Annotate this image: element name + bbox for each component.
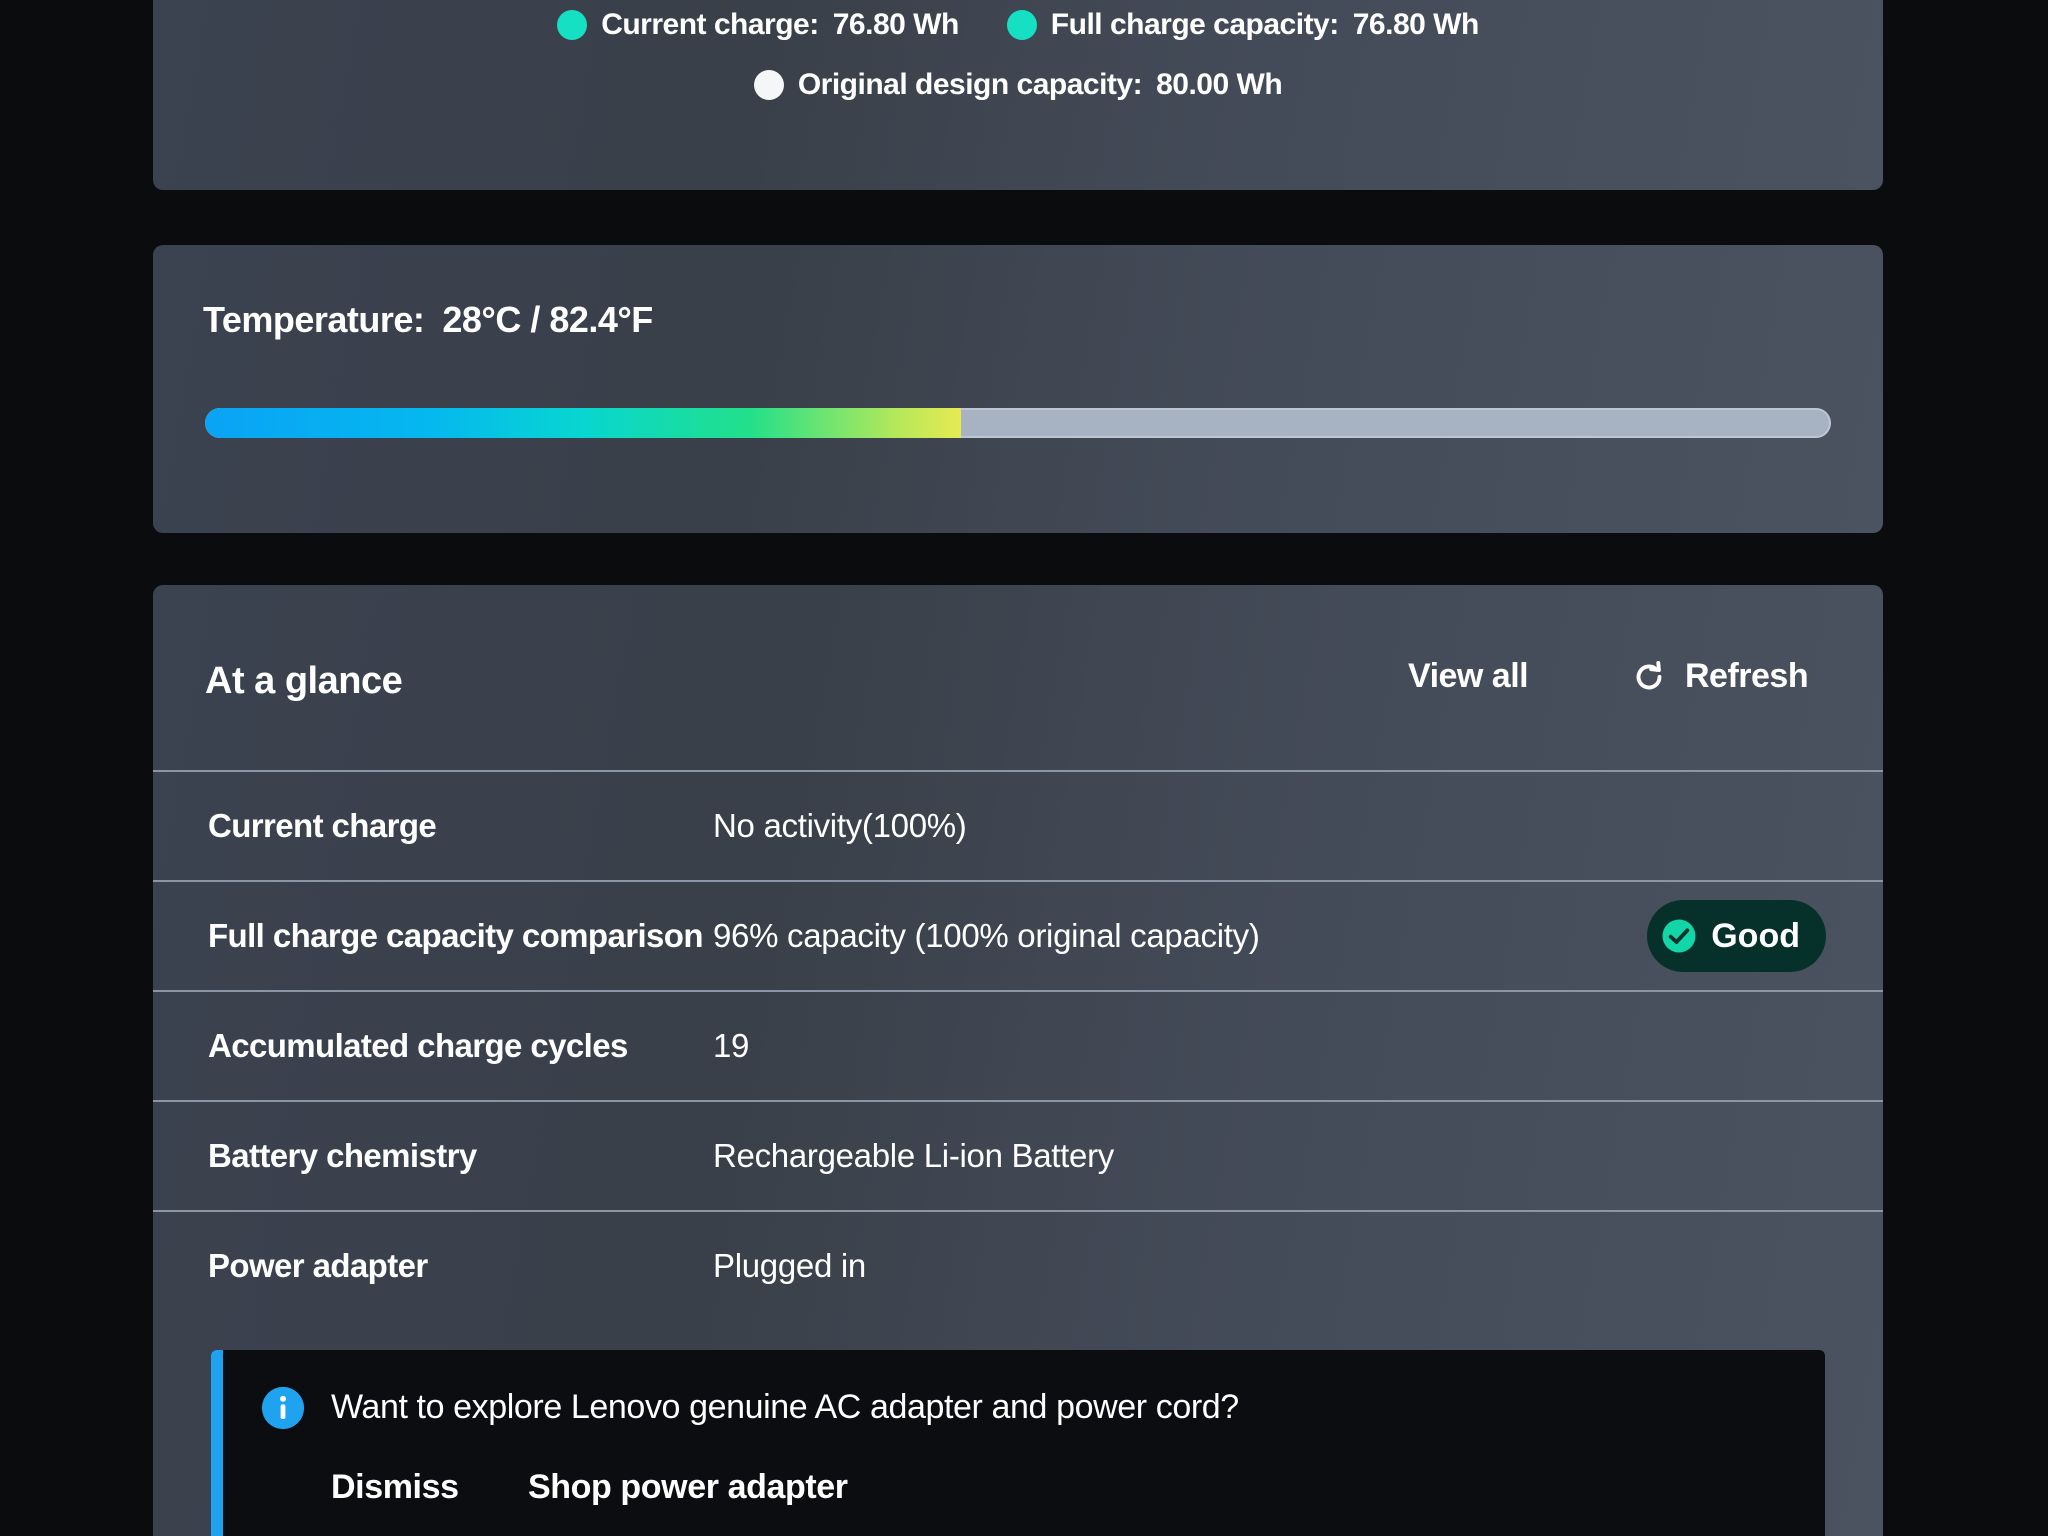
legend-full-charge-capacity: Full charge capacity: 76.80 Wh	[1006, 8, 1480, 42]
row-value: Plugged in	[713, 1247, 866, 1284]
current-charge-dot-icon	[557, 10, 588, 40]
row-label: Full charge capacity comparison	[208, 917, 704, 954]
at-a-glance-card: At a glance View all Refresh Current cha…	[153, 585, 1883, 1536]
row-label: Power adapter	[208, 1247, 428, 1284]
battery-details-page: Current charge: 76.80 Wh Full charge cap…	[0, 0, 2048, 1536]
row-label: Current charge	[208, 807, 437, 844]
full-charge-dot-icon	[1006, 10, 1037, 40]
legend-current-charge: Current charge: 76.80 Wh	[557, 8, 971, 42]
dismiss-button[interactable]: Dismiss	[331, 1468, 459, 1507]
legend-row: Current charge: 76.80 Wh Full charge cap…	[153, 8, 1883, 42]
banner-message: Want to explore Lenovo genuine AC adapte…	[331, 1388, 1239, 1426]
legend-value: 76.80 Wh	[1352, 8, 1480, 41]
view-all-button[interactable]: View all	[1408, 657, 1529, 696]
table-row: Full charge capacity comparison 96% capa…	[153, 880, 1883, 990]
table-row: Accumulated charge cycles 19	[153, 990, 1883, 1100]
refresh-button[interactable]: Refresh	[1631, 657, 1809, 696]
row-value: No activity(100%)	[713, 807, 967, 844]
status-badge-label: Good	[1711, 916, 1800, 955]
legend-original-design-capacity: Original design capacity: 80.00 Wh	[753, 68, 1283, 102]
section-title: At a glance	[205, 660, 403, 702]
legend-value: 80.00 Wh	[1156, 68, 1283, 101]
glance-table: Current charge No activity(100%) Full ch…	[153, 770, 1883, 1320]
row-value: 96% capacity (100% original capacity)	[713, 917, 1260, 954]
legend-label: Full charge capacity:	[1050, 8, 1339, 41]
shop-power-adapter-link[interactable]: Shop power adapter	[528, 1468, 848, 1507]
legend-value: 76.80 Wh	[832, 8, 960, 41]
status-badge: Good	[1647, 900, 1826, 972]
table-row: Power adapter Plugged in	[153, 1210, 1883, 1320]
design-capacity-dot-icon	[753, 70, 784, 100]
legend-row: Original design capacity: 80.00 Wh	[153, 68, 1883, 102]
legend-label: Original design capacity:	[797, 68, 1143, 101]
temperature-bar-fill	[205, 408, 962, 438]
temperature-label: Temperature:	[203, 299, 425, 340]
info-icon	[261, 1386, 305, 1430]
row-label: Battery chemistry	[208, 1137, 477, 1174]
row-label: Accumulated charge cycles	[208, 1027, 628, 1064]
refresh-label: Refresh	[1685, 657, 1809, 695]
temperature-heading: Temperature: 28°C / 82.4°F	[203, 299, 653, 341]
info-banner: Want to explore Lenovo genuine AC adapte…	[211, 1350, 1825, 1536]
row-value: 19	[713, 1027, 750, 1064]
row-value: Rechargeable Li-ion Battery	[713, 1137, 1114, 1174]
capacity-legend-card: Current charge: 76.80 Wh Full charge cap…	[153, 0, 1883, 190]
table-row: Current charge No activity(100%)	[153, 770, 1883, 880]
refresh-icon	[1636, 660, 1662, 689]
temperature-bar	[205, 408, 1831, 438]
legend-label: Current charge:	[601, 8, 819, 41]
temperature-card: Temperature: 28°C / 82.4°F	[153, 245, 1883, 533]
view-all-label: View all	[1408, 657, 1529, 695]
table-row: Battery chemistry Rechargeable Li-ion Ba…	[153, 1100, 1883, 1210]
temperature-value: 28°C / 82.4°F	[442, 299, 653, 340]
check-circle-icon	[1662, 919, 1696, 953]
